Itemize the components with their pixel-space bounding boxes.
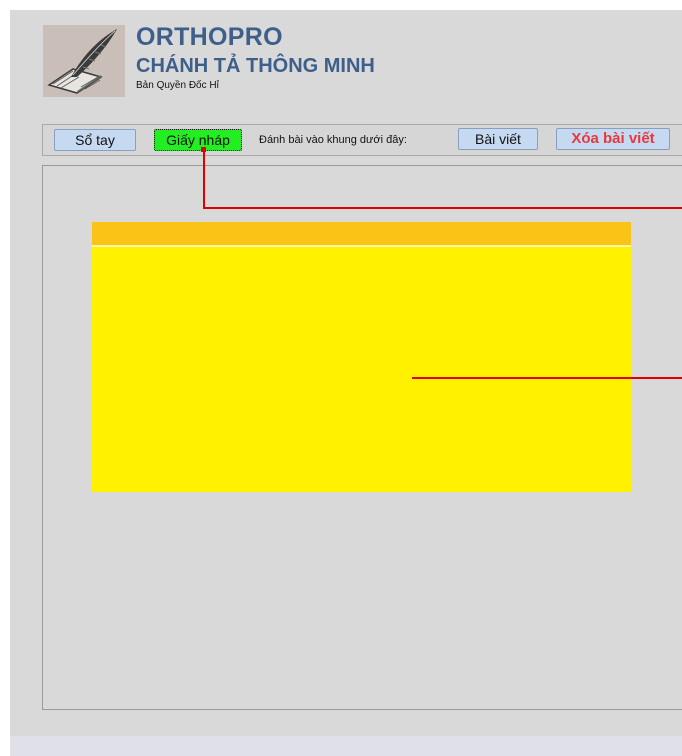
copyright-text: Bản Quyền Đốc Hỉ — [136, 80, 219, 91]
toolbar: Sổ tay Giấy nháp Đánh bài vào khung dưới… — [42, 124, 682, 156]
callout-line-top — [203, 207, 682, 209]
delete-article-button[interactable]: Xóa bài viết — [556, 128, 670, 150]
notebook-button[interactable]: Sổ tay — [54, 129, 136, 151]
book-quill-icon — [43, 25, 125, 97]
app-title: ORTHOPRO — [136, 23, 283, 51]
callout-line-middle — [412, 377, 682, 379]
footer-band — [10, 736, 682, 756]
callout-line-vertical — [203, 149, 205, 209]
article-button[interactable]: Bài viết — [458, 128, 538, 150]
note-text-area[interactable] — [92, 245, 631, 492]
note-header-bar[interactable] — [92, 222, 631, 245]
app-subtitle: CHÁNH TẢ THÔNG MINH — [136, 55, 375, 77]
logo — [43, 25, 125, 97]
draft-paper-button[interactable]: Giấy nháp — [154, 129, 242, 151]
toolbar-hint: Đánh bài vào khung dưới đây: — [259, 134, 407, 146]
